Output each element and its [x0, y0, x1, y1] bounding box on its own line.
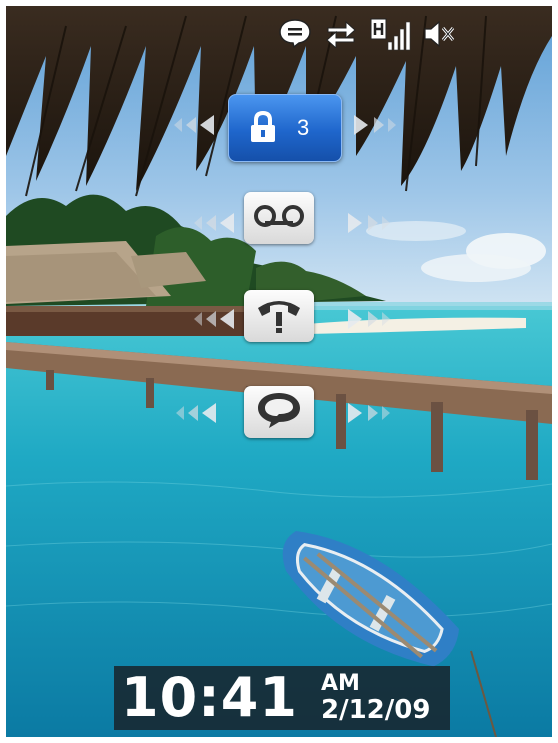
status-bar — [274, 18, 464, 54]
clock-time: 10:41 — [121, 666, 298, 729]
notification-bubble-icon[interactable] — [278, 18, 312, 53]
slide-left-arrows — [190, 308, 242, 330]
voicemail-icon — [253, 203, 305, 234]
signal-strength-icon — [386, 18, 412, 57]
messages-tile[interactable] — [244, 386, 314, 438]
slide-right-arrows — [342, 212, 394, 234]
speaker-muted-icon[interactable] — [422, 18, 456, 55]
unlock-button[interactable]: 3 — [228, 94, 342, 162]
slide-left-arrows — [190, 212, 242, 234]
clock-ampm: AM — [321, 671, 360, 696]
slide-right-arrows — [342, 402, 394, 424]
clock-panel: 10:41 AM 2/12/09 — [114, 666, 450, 730]
slide-right-arrows — [342, 308, 394, 330]
voicemail-slider-row[interactable] — [6, 192, 552, 252]
messages-slider-row[interactable] — [6, 386, 552, 446]
clock-date: 2/12/09 — [321, 695, 431, 725]
slide-left-arrows — [172, 402, 224, 424]
missed-call-slider-row[interactable] — [6, 290, 552, 350]
slide-right-arrows — [348, 114, 400, 136]
unlock-count: 3 — [297, 115, 310, 140]
voicemail-tile[interactable] — [244, 192, 314, 244]
missed-call-tile[interactable] — [244, 290, 314, 342]
lock-icon — [249, 110, 277, 148]
lock-screen: 3 10:41 AM 2/12/09 — [6, 6, 552, 737]
message-bubble-icon — [255, 390, 303, 435]
missed-call-icon — [254, 292, 304, 341]
data-transfer-icon — [324, 18, 358, 53]
slide-left-arrows — [170, 114, 222, 136]
